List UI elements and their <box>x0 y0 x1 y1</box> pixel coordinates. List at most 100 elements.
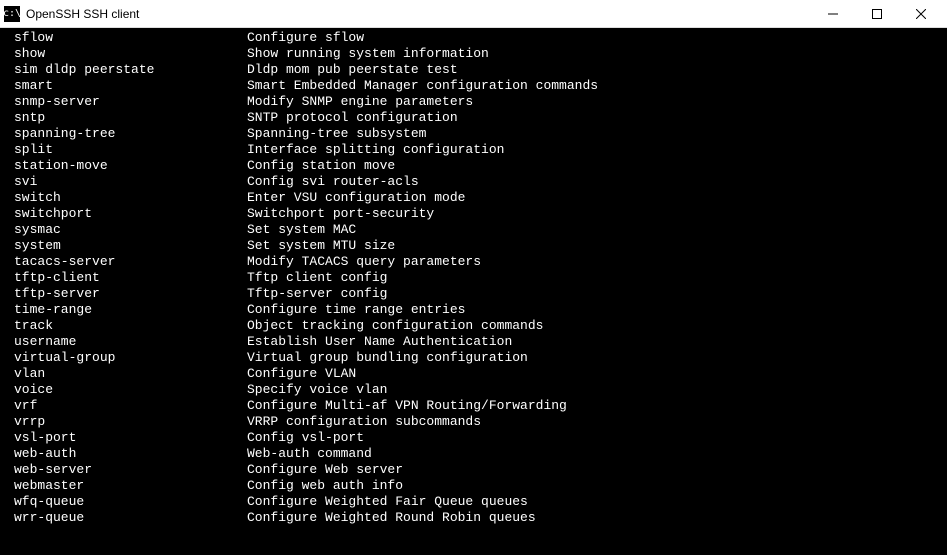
command-name: tftp-server <box>0 286 247 302</box>
command-description: Set system MAC <box>247 222 356 238</box>
command-help-row: snmp-serverModify SNMP engine parameters <box>0 94 947 110</box>
command-help-row: splitInterface splitting configuration <box>0 142 947 158</box>
command-help-row: voiceSpecify voice vlan <box>0 382 947 398</box>
command-name: spanning-tree <box>0 126 247 142</box>
command-name: track <box>0 318 247 334</box>
command-description: Dldp mom pub peerstate test <box>247 62 458 78</box>
command-description: Object tracking configuration commands <box>247 318 543 334</box>
command-name: voice <box>0 382 247 398</box>
command-name: smart <box>0 78 247 94</box>
command-name: sntp <box>0 110 247 126</box>
command-description: Configure VLAN <box>247 366 356 382</box>
command-description: Modify TACACS query parameters <box>247 254 481 270</box>
command-description: Config svi router-acls <box>247 174 419 190</box>
command-description: Spanning-tree subsystem <box>247 126 426 142</box>
command-name: username <box>0 334 247 350</box>
command-help-row: tftp-clientTftp client config <box>0 270 947 286</box>
command-help-row: time-rangeConfigure time range entries <box>0 302 947 318</box>
command-name: show <box>0 46 247 62</box>
command-description: Configure Weighted Fair Queue queues <box>247 494 528 510</box>
command-name: wrr-queue <box>0 510 247 526</box>
command-description: SNTP protocol configuration <box>247 110 458 126</box>
command-help-row: smartSmart Embedded Manager configuratio… <box>0 78 947 94</box>
command-name: split <box>0 142 247 158</box>
command-name: vrrp <box>0 414 247 430</box>
command-description: Tftp client config <box>247 270 387 286</box>
command-description: Configure Weighted Round Robin queues <box>247 510 536 526</box>
command-description: Switchport port-security <box>247 206 434 222</box>
command-description: Set system MTU size <box>247 238 395 254</box>
command-description: Show running system information <box>247 46 489 62</box>
command-name: vsl-port <box>0 430 247 446</box>
command-description: Configure Multi-af VPN Routing/Forwardin… <box>247 398 567 414</box>
command-description: VRRP configuration subcommands <box>247 414 481 430</box>
command-help-row: sviConfig svi router-acls <box>0 174 947 190</box>
command-help-row: vrrpVRRP configuration subcommands <box>0 414 947 430</box>
command-description: Specify voice vlan <box>247 382 387 398</box>
command-help-row: web-authWeb-auth command <box>0 446 947 462</box>
command-help-row: switchportSwitchport port-security <box>0 206 947 222</box>
command-help-row: trackObject tracking configuration comma… <box>0 318 947 334</box>
window-controls <box>811 0 943 28</box>
command-help-row: sflowConfigure sflow <box>0 30 947 46</box>
command-name: system <box>0 238 247 254</box>
command-name: switch <box>0 190 247 206</box>
app-icon: c:\ <box>4 6 20 22</box>
command-help-row: systemSet system MTU size <box>0 238 947 254</box>
command-help-row: web-serverConfigure Web server <box>0 462 947 478</box>
command-help-row: sntpSNTP protocol configuration <box>0 110 947 126</box>
command-name: sysmac <box>0 222 247 238</box>
command-help-row: switchEnter VSU configuration mode <box>0 190 947 206</box>
command-description: Config vsl-port <box>247 430 364 446</box>
command-description: Establish User Name Authentication <box>247 334 512 350</box>
minimize-button[interactable] <box>811 0 855 28</box>
command-name: webmaster <box>0 478 247 494</box>
command-description: Tftp-server config <box>247 286 387 302</box>
command-help-row: webmasterConfig web auth info <box>0 478 947 494</box>
command-description: Virtual group bundling configuration <box>247 350 528 366</box>
command-name: switchport <box>0 206 247 222</box>
command-help-row: spanning-treeSpanning-tree subsystem <box>0 126 947 142</box>
close-button[interactable] <box>899 0 943 28</box>
command-name: tacacs-server <box>0 254 247 270</box>
command-help-row: wfq-queueConfigure Weighted Fair Queue q… <box>0 494 947 510</box>
command-description: Enter VSU configuration mode <box>247 190 465 206</box>
command-help-row: station-moveConfig station move <box>0 158 947 174</box>
command-name: time-range <box>0 302 247 318</box>
command-name: vrf <box>0 398 247 414</box>
command-help-row: wrr-queueConfigure Weighted Round Robin … <box>0 510 947 526</box>
command-help-row: showShow running system information <box>0 46 947 62</box>
command-description: Configure time range entries <box>247 302 465 318</box>
command-name: sim dldp peerstate <box>0 62 247 78</box>
window-titlebar: c:\ OpenSSH SSH client <box>0 0 947 28</box>
command-help-row: usernameEstablish User Name Authenticati… <box>0 334 947 350</box>
blank-line <box>0 526 947 542</box>
command-help-row: vrfConfigure Multi-af VPN Routing/Forwar… <box>0 398 947 414</box>
command-help-row: tftp-serverTftp-server config <box>0 286 947 302</box>
command-name: virtual-group <box>0 350 247 366</box>
command-help-row: virtual-groupVirtual group bundling conf… <box>0 350 947 366</box>
command-description: Config station move <box>247 158 395 174</box>
command-name: station-move <box>0 158 247 174</box>
command-name: svi <box>0 174 247 190</box>
command-description: Configure Web server <box>247 462 403 478</box>
command-description: Web-auth command <box>247 446 372 462</box>
command-description: Modify SNMP engine parameters <box>247 94 473 110</box>
command-name: web-server <box>0 462 247 478</box>
maximize-button[interactable] <box>855 0 899 28</box>
command-name: sflow <box>0 30 247 46</box>
command-description: Interface splitting configuration <box>247 142 504 158</box>
command-name: tftp-client <box>0 270 247 286</box>
terminal-output[interactable]: sflowConfigure sflowshowShow running sys… <box>0 28 947 555</box>
command-description: Smart Embedded Manager configuration com… <box>247 78 598 94</box>
command-name: web-auth <box>0 446 247 462</box>
window-title: OpenSSH SSH client <box>26 7 811 21</box>
command-name: snmp-server <box>0 94 247 110</box>
command-description: Config web auth info <box>247 478 403 494</box>
command-help-row: sim dldp peerstateDldp mom pub peerstate… <box>0 62 947 78</box>
command-name: wfq-queue <box>0 494 247 510</box>
command-name: vlan <box>0 366 247 382</box>
command-description: Configure sflow <box>247 30 364 46</box>
command-help-row: sysmacSet system MAC <box>0 222 947 238</box>
command-help-row: vsl-portConfig vsl-port <box>0 430 947 446</box>
